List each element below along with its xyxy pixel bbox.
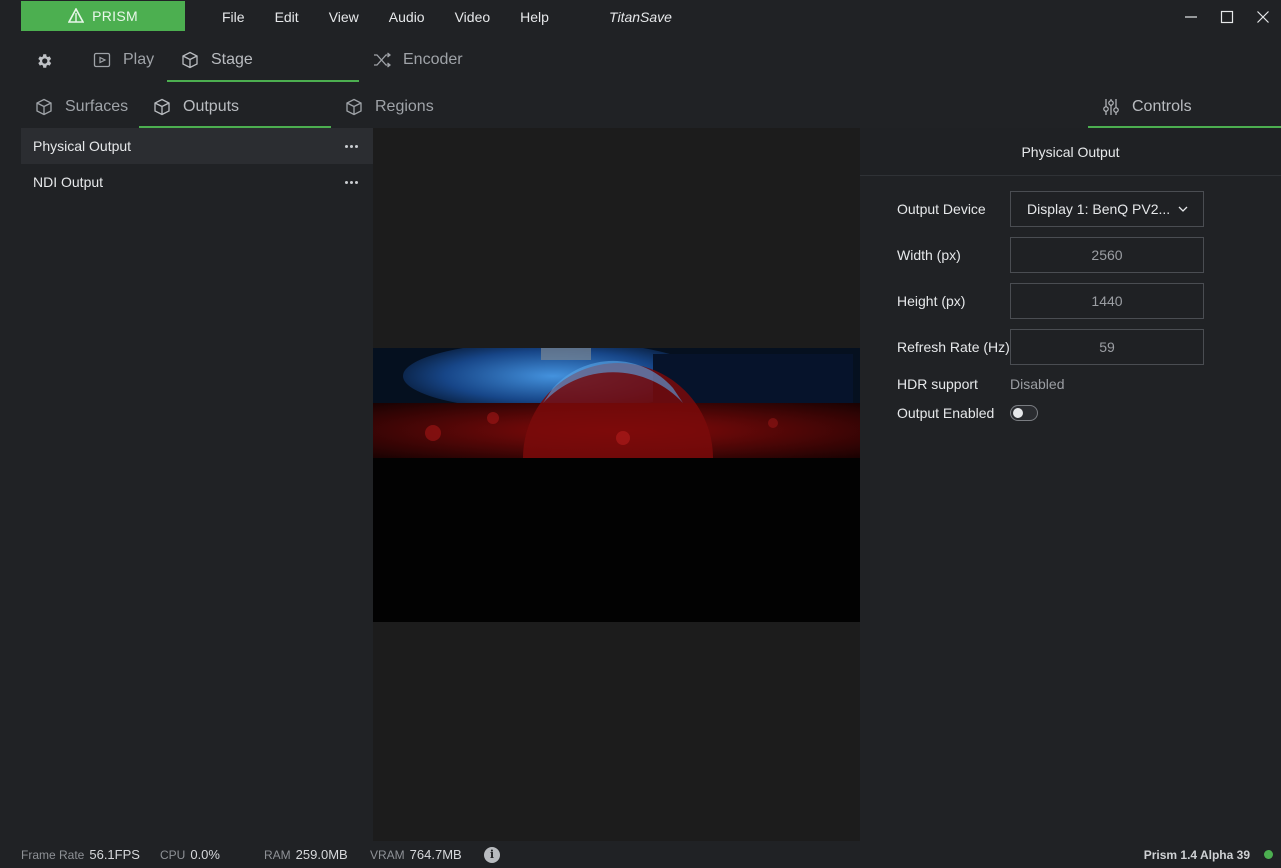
refresh-rate-input[interactable]: 59 [1010,329,1204,365]
close-icon [1257,10,1269,23]
hdr-support-value: Disabled [1010,376,1065,392]
frame-rate-label: Frame Rate [21,847,85,862]
menu-bar: File Edit View Audio Video Help [207,0,564,33]
output-device-select[interactable]: Display 1: BenQ PV2... [1010,191,1204,227]
refresh-rate-label: Refresh Rate (Hz) [897,339,1010,355]
tab-controls[interactable]: Controls [1102,86,1192,128]
width-input[interactable]: 2560 [1010,237,1204,273]
cpu-stat: CPU 0.0% [160,847,264,862]
tab-outputs[interactable]: Outputs [153,86,239,128]
vram-value: 764.7MB [409,847,462,862]
tab-controls-label: Controls [1132,98,1192,115]
cpu-value: 0.0% [190,847,220,862]
menu-edit[interactable]: Edit [260,9,314,25]
ram-label: RAM [264,847,291,862]
maximize-icon [1220,10,1234,23]
ram-value: 259.0MB [295,847,348,862]
tab-stage-label: Stage [211,51,253,68]
window-controls [1173,0,1281,33]
stage-viewport[interactable] [373,128,860,841]
menu-view[interactable]: View [314,9,374,25]
cube-icon [182,51,198,69]
vram-stat: VRAM 764.7MB [370,847,484,862]
sliders-icon [1103,99,1119,115]
outputs-list: Physical Output NDI Output [21,128,373,841]
vram-label: VRAM [370,847,405,862]
tab-encoder-label: Encoder [403,51,463,68]
close-button[interactable] [1245,0,1281,33]
status-indicator [1264,850,1273,859]
controls-header: Physical Output [860,128,1281,176]
cube-icon [36,98,52,116]
output-device-field: Output Device Display 1: BenQ PV2... [897,191,1204,227]
output-device-label: Output Device [897,201,986,217]
list-item-ndi-output[interactable]: NDI Output [21,164,373,200]
cube-icon [346,98,362,116]
more-options-icon[interactable] [345,144,361,148]
height-input[interactable]: 1440 [1010,283,1204,319]
gear-icon[interactable] [35,52,53,70]
output-enabled-label: Output Enabled [897,405,995,421]
list-item-label: Physical Output [33,138,132,154]
tab-play[interactable]: Play [93,38,154,82]
tab-outputs-label: Outputs [183,98,240,115]
menu-help[interactable]: Help [505,9,564,25]
hdr-support-field: HDR support Disabled [897,376,1064,392]
menu-file[interactable]: File [207,9,260,25]
tab-surfaces[interactable]: Surfaces [35,86,128,128]
play-icon [93,52,111,68]
frame-rate-value: 56.1FPS [89,847,140,862]
minimize-button[interactable] [1173,0,1209,33]
output-enabled-field: Output Enabled [897,405,1038,421]
tab-regions[interactable]: Regions [345,86,434,128]
tab-surfaces-label: Surfaces [65,98,129,115]
maximize-button[interactable] [1209,0,1245,33]
output-enabled-toggle[interactable] [1010,405,1038,421]
version-label: Prism 1.4 Alpha 39 [1143,847,1250,862]
tab-encoder[interactable]: Encoder [373,38,463,82]
list-item-physical-output[interactable]: Physical Output [21,128,373,164]
encoder-icon [374,52,391,68]
toggle-knob [1013,408,1023,418]
ram-stat: RAM 259.0MB [264,847,370,862]
stage-tab-indicator [167,80,359,82]
refresh-rate-field: Refresh Rate (Hz) 59 [897,329,1204,365]
window-title: TitanSave [609,9,672,25]
frame-rate-stat: Frame Rate 56.1FPS [21,847,160,862]
chevron-down-icon [1178,206,1188,212]
width-label: Width (px) [897,247,961,263]
width-field: Width (px) 2560 [897,237,1204,273]
tab-regions-label: Regions [375,98,434,115]
height-label: Height (px) [897,293,966,309]
title-bar: PRISM File Edit View Audio Video Help Ti… [0,0,1281,33]
status-bar: Frame Rate 56.1FPS CPU 0.0% RAM 259.0MB … [21,841,1281,868]
info-icon[interactable]: i [484,846,500,863]
minimize-icon [1185,15,1197,18]
output-device-value: Display 1: BenQ PV2... [1027,201,1171,217]
prism-logo-icon [68,8,85,23]
list-item-label: NDI Output [33,174,104,190]
sub-tab-bar: Surfaces Outputs Regions Controls [21,86,1281,128]
tab-stage[interactable]: Stage [181,38,253,82]
output-preview-image [373,348,860,622]
prism-brand-button[interactable]: PRISM [21,1,185,31]
main-tab-bar: Play Stage Encoder [21,38,1281,84]
hdr-support-label: HDR support [897,376,978,392]
tab-play-label: Play [123,51,155,68]
more-options-icon[interactable] [345,180,361,184]
controls-panel: Physical Output Output Device Display 1:… [860,128,1281,841]
cube-icon [154,98,170,116]
menu-audio[interactable]: Audio [374,9,440,25]
menu-video[interactable]: Video [440,9,506,25]
cpu-label: CPU [160,847,186,862]
height-field: Height (px) 1440 [897,283,1204,319]
brand-label: PRISM [92,8,138,24]
